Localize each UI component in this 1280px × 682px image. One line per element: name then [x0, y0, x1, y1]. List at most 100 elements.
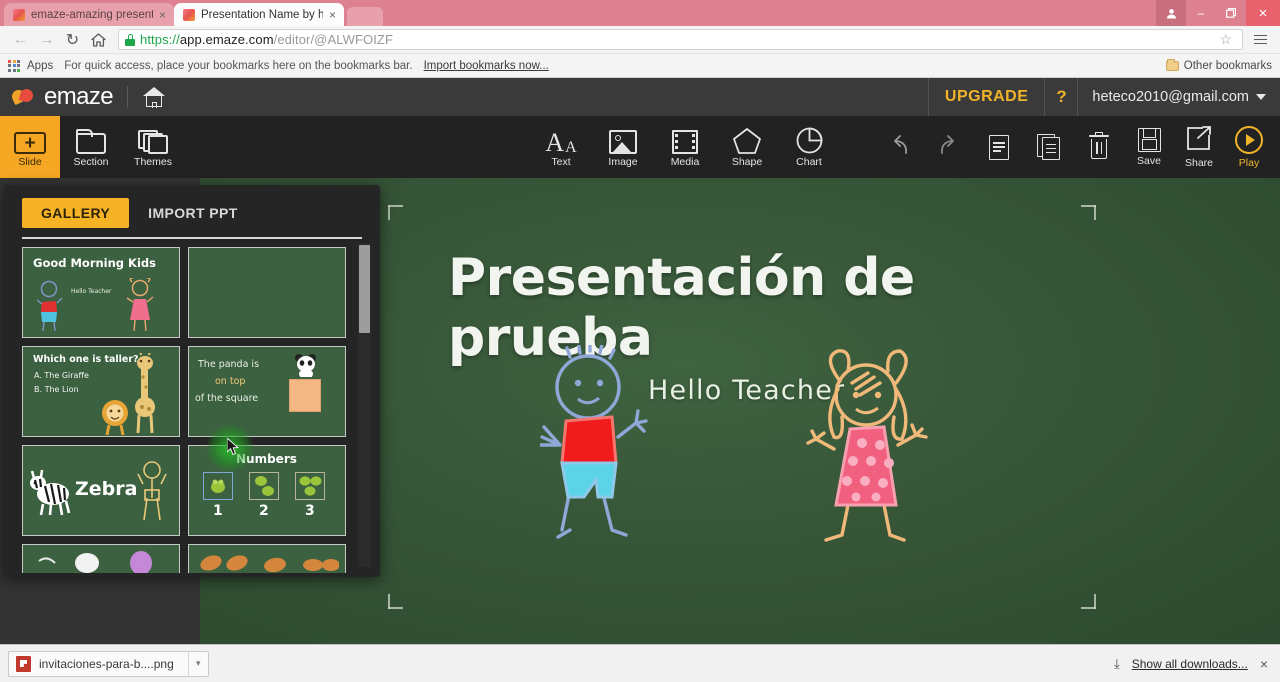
tool-media[interactable]: Media	[654, 116, 716, 178]
tool-paste[interactable]	[1024, 116, 1074, 178]
girl-chalk-figure[interactable]	[800, 345, 930, 545]
bookmarks-bar: Apps For quick access, place your bookma…	[0, 54, 1280, 78]
window-controls: – ×	[1156, 0, 1280, 26]
paste-doc-icon	[1037, 134, 1061, 160]
thumb-title: Good Morning Kids	[33, 256, 156, 270]
window-close-icon[interactable]: ×	[1246, 0, 1280, 26]
chevron-down-icon[interactable]: ▾	[187, 650, 208, 677]
boy-chalk-figure[interactable]	[540, 345, 660, 545]
maximize-icon[interactable]	[1216, 0, 1246, 26]
tool-delete[interactable]	[1074, 116, 1124, 178]
share-export-icon	[1186, 125, 1212, 154]
app-header: emaze UPGRADE ? heteco2010@gmail.com	[0, 78, 1280, 116]
account-menu[interactable]: heteco2010@gmail.com	[1078, 78, 1280, 116]
undo-arrow-icon	[884, 133, 914, 161]
other-bookmarks-button[interactable]: Other bookmarks	[1165, 58, 1272, 72]
tool-label: Text	[551, 156, 571, 169]
tool-label: Media	[670, 156, 700, 169]
slide-gallery-panel: GALLERY IMPORT PPT Good Morning Kids Hel…	[4, 185, 380, 577]
gallery-thumb-numbers[interactable]: Numbers 1 2 3	[188, 445, 346, 536]
gallery-scrollbar[interactable]	[358, 243, 371, 567]
thumb-title: Which one is taller?	[33, 354, 139, 365]
downloads-bar-right: ⤓ Show all downloads... ×	[1114, 656, 1272, 672]
browser-tab-2[interactable]: Presentation Name by he ×	[174, 3, 344, 26]
thumb-option-a: A. The Giraffe	[34, 371, 89, 380]
close-icon[interactable]: ×	[329, 9, 336, 21]
app-home-icon[interactable]	[142, 86, 166, 108]
thumb-line-2: on top	[215, 376, 246, 387]
tool-shape[interactable]: Shape	[716, 116, 778, 178]
tool-text[interactable]: AA Text	[530, 116, 592, 178]
divider	[22, 237, 362, 239]
show-all-downloads-link[interactable]: Show all downloads...	[1132, 657, 1248, 671]
tool-label: Slide	[18, 156, 42, 169]
emaze-favicon	[13, 8, 25, 21]
tab-gallery[interactable]: GALLERY	[22, 198, 130, 228]
gallery-thumb-partial-left[interactable]	[22, 544, 180, 573]
partial-objects-icon	[38, 551, 152, 573]
divider	[127, 86, 129, 108]
copy-doc-icon	[989, 134, 1009, 160]
gallery-scrollbar-thumb[interactable]	[359, 245, 370, 333]
download-item[interactable]: invitaciones-para-b....png ▾	[8, 650, 209, 677]
apps-label[interactable]: Apps	[27, 60, 53, 72]
profile-person-icon[interactable]	[1156, 0, 1186, 26]
tool-image[interactable]: Image	[592, 116, 654, 178]
tool-section[interactable]: Section	[60, 116, 122, 178]
gallery-thumb-panda-on-top[interactable]: The panda is on top of the square	[188, 346, 346, 437]
tool-undo[interactable]	[874, 116, 924, 178]
minimize-icon[interactable]: –	[1186, 0, 1216, 26]
kid-thumb-icon	[137, 461, 167, 521]
tool-play[interactable]: Play	[1224, 116, 1274, 178]
trash-icon	[1089, 131, 1109, 160]
browser-window: emaze-amazing presenta × Presentation Na…	[0, 0, 1280, 682]
tool-redo[interactable]	[924, 116, 974, 178]
tool-slide[interactable]: + Slide	[0, 116, 60, 178]
giraffe-thumb-icon	[135, 353, 155, 434]
tool-save[interactable]: Save	[1124, 116, 1174, 178]
apps-grid-icon[interactable]	[8, 59, 20, 72]
browser-menu-icon[interactable]	[1249, 34, 1272, 45]
downloads-bar: invitaciones-para-b....png ▾ ⤓ Show all …	[0, 644, 1280, 682]
thumb-line-3: of the square	[195, 393, 259, 404]
gallery-thumb-blank-slide[interactable]	[188, 247, 346, 338]
pie-chart-icon	[796, 126, 823, 154]
address-bar[interactable]: https://app.emaze.com/editor/@ALWFOIZF ☆	[118, 29, 1243, 50]
browser-navbar: ← → ↻ https://app.emaze.com/editor/@ALWF…	[0, 26, 1280, 54]
tool-label: Share	[1184, 156, 1214, 169]
gallery-thumb-zebra[interactable]: Zebra	[22, 445, 180, 536]
browser-tab-1[interactable]: emaze-amazing presenta ×	[4, 3, 174, 26]
bookmark-star-icon[interactable]: ☆	[1215, 31, 1236, 48]
gallery-thumbnail-grid: Good Morning Kids Hello Teacher Which on…	[22, 243, 352, 573]
brand-name[interactable]: emaze	[44, 83, 114, 111]
themes-stack-icon	[138, 126, 168, 155]
tool-themes[interactable]: Themes	[122, 116, 184, 178]
tool-label: Shape	[731, 156, 763, 169]
new-tab-button[interactable]	[347, 7, 383, 26]
other-bookmarks-label: Other bookmarks	[1183, 59, 1272, 72]
tool-label: Section	[73, 156, 109, 169]
home-icon[interactable]	[86, 28, 111, 52]
gallery-thumb-which-one-is-taller[interactable]: Which one is taller? A. The Giraffe B. T…	[22, 346, 180, 437]
reload-icon[interactable]: ↻	[60, 28, 85, 52]
upgrade-button[interactable]: UPGRADE	[927, 78, 1045, 116]
orange-square-shape	[289, 379, 321, 412]
gallery-thumb-good-morning-kids[interactable]: Good Morning Kids Hello Teacher	[22, 247, 180, 338]
forward-arrow-icon[interactable]: →	[34, 28, 59, 52]
tool-copy[interactable]	[974, 116, 1024, 178]
close-icon[interactable]: ×	[159, 9, 166, 21]
tab-import-ppt[interactable]: IMPORT PPT	[129, 198, 257, 228]
slide-corner-marker	[1080, 593, 1096, 609]
tool-chart[interactable]: Chart	[778, 116, 840, 178]
browser-tabstrip: emaze-amazing presenta × Presentation Na…	[0, 0, 1280, 26]
gallery-thumb-partial-right[interactable]	[188, 544, 346, 573]
back-arrow-icon[interactable]: ←	[8, 28, 33, 52]
tool-share[interactable]: Share	[1174, 116, 1224, 178]
close-downloads-icon[interactable]: ×	[1260, 656, 1268, 672]
download-file-name: invitaciones-para-b....png	[39, 656, 174, 671]
slide-title[interactable]: Presentación de prueba	[448, 248, 1048, 368]
gallery-tabs: GALLERY IMPORT PPT	[4, 185, 380, 228]
help-icon[interactable]: ?	[1044, 78, 1079, 116]
url-path: /editor/@ALWFOIZF	[273, 32, 394, 47]
import-bookmarks-link[interactable]: Import bookmarks now...	[424, 60, 549, 72]
